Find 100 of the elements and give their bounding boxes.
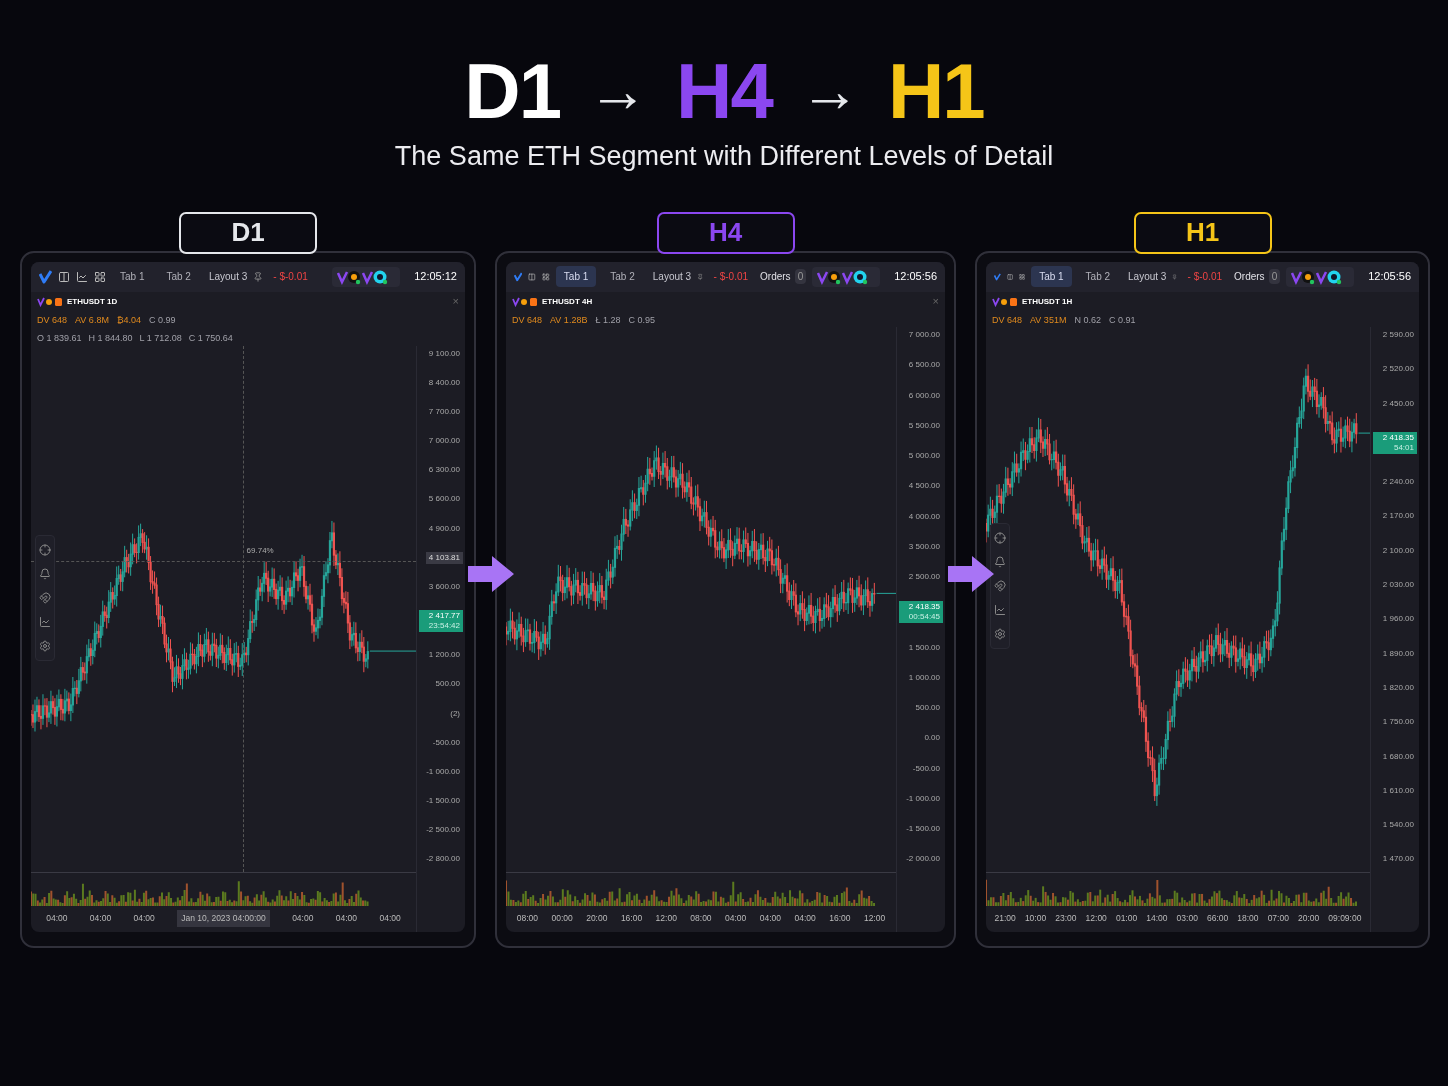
price-axis-label: -2 000.00 <box>906 853 940 866</box>
price-axis-label: -1 000.00 <box>906 792 940 805</box>
price-axis-label: -1 500.00 <box>426 795 460 808</box>
price-axis-label: -1 500.00 <box>906 823 940 835</box>
time-label: 07:00 <box>1267 912 1289 925</box>
time-label: 01:00 <box>1115 912 1138 925</box>
stat-value: AV 351M <box>1030 313 1067 327</box>
tab[interactable]: Tab 2 <box>1077 266 1119 287</box>
time-label: 16:00 <box>829 912 851 925</box>
stat-value: AV 1.28B <box>550 313 588 327</box>
countdown-value: 00:54:45 <box>908 612 940 623</box>
time-label: 16:00 <box>620 912 643 925</box>
time-label: 66:00 <box>1206 912 1229 925</box>
time-label: 04:00 <box>759 912 782 925</box>
accounts-badge[interactable] <box>1286 266 1355 287</box>
accounts-badge[interactable] <box>812 266 881 287</box>
time-label: 18:00 <box>1237 912 1259 925</box>
price-axis-label: 2 170.00 <box>1382 510 1414 523</box>
chart-icon[interactable] <box>39 615 51 628</box>
price-axis-label: 2 500.00 <box>908 571 940 583</box>
layout-name[interactable]: Layout 3 <box>208 269 248 284</box>
price-axis-label: 1 750.00 <box>1382 716 1414 729</box>
accounts-badge[interactable] <box>332 266 401 287</box>
tab[interactable]: Tab 1 <box>112 266 153 287</box>
time-label: 00:00 <box>551 912 573 925</box>
price-axis-label: 500.00 <box>435 678 460 691</box>
time-label: 09:09:00 <box>1328 912 1362 925</box>
magnet-icon[interactable] <box>994 580 1006 592</box>
logo-icon <box>39 269 52 284</box>
price-axis-label: 500.00 <box>915 702 940 714</box>
symbol-name: ETHUSDT 1D <box>67 295 118 308</box>
orders-button[interactable]: Orders 0 <box>1234 269 1281 284</box>
price-axis-label: 6 300.00 <box>428 464 460 477</box>
timeframe-heading: D1 <box>464 52 561 130</box>
magnet-icon[interactable] <box>39 591 51 604</box>
tab[interactable]: Tab 2 <box>158 266 199 287</box>
price-axis-label: 1 610.00 <box>1382 784 1414 797</box>
time-label: 04:00 <box>133 912 155 925</box>
price-axis-label: 7 000.00 <box>908 329 940 341</box>
price-axis-label: -500.00 <box>432 736 460 749</box>
price-axis-label: 7 700.00 <box>428 405 460 418</box>
indicator-icons <box>37 296 63 307</box>
price-axis-label: 3 600.00 <box>428 580 460 593</box>
time-label: 04:00 <box>725 912 747 925</box>
price-axis-label: 2 450.00 <box>1382 397 1414 410</box>
timeframe-heading: H4 <box>676 52 772 130</box>
countdown-value: 54:01 <box>1393 442 1414 453</box>
timeframe-label: H1 <box>1133 211 1272 254</box>
grid-icon[interactable] <box>542 270 550 283</box>
subtitle: The Same ETH Segment with Different Levels of Detail <box>394 140 1054 173</box>
crosshair-percent: 69.74% <box>246 545 274 558</box>
orders-button[interactable]: Orders 0 <box>760 269 807 284</box>
crosshair-icon[interactable] <box>39 543 51 556</box>
symbol-name: ETHUSDT 4H <box>542 295 593 308</box>
price-axis-label: 3 500.00 <box>908 540 940 553</box>
right-arrow-icon <box>466 553 516 594</box>
chart-line-icon[interactable] <box>76 270 88 283</box>
bell-icon[interactable] <box>39 567 51 580</box>
layout-name[interactable]: Layout 3 <box>1128 269 1167 284</box>
tab[interactable]: Tab 1 <box>555 266 597 287</box>
price-axis-label: 7 000.00 <box>428 435 460 447</box>
chart-icon[interactable] <box>994 604 1006 616</box>
indicator-icons <box>512 296 538 307</box>
stat-value: ₿4.04 <box>116 313 142 327</box>
price-value: 2 417.77 <box>428 611 460 622</box>
grid-icon[interactable] <box>94 270 106 283</box>
pin-icon[interactable] <box>697 271 704 282</box>
time-label: 21:00 <box>994 912 1016 925</box>
timeframe-label: H4 <box>656 211 795 254</box>
price-axis-label: 5 500.00 <box>908 419 940 432</box>
ohlc-value: H 1 844.80 <box>88 332 133 345</box>
bell-icon[interactable] <box>994 556 1006 568</box>
settings-icon[interactable] <box>994 628 1006 640</box>
orders-count: 0 <box>794 269 807 284</box>
tab[interactable]: Tab 1 <box>1031 266 1072 287</box>
pnl-value: - $-0.01 <box>273 270 308 284</box>
crosshair-icon[interactable] <box>994 532 1006 544</box>
price-axis-label: 1 200.00 <box>428 649 460 662</box>
pin-icon[interactable] <box>253 271 264 282</box>
price-axis-label: 4 500.00 <box>908 480 940 493</box>
tab[interactable]: Tab 2 <box>602 266 643 287</box>
time-label: 12:00 <box>655 912 677 925</box>
time-label: 04:00 <box>335 912 358 925</box>
symbol-name: ETHUSDT 1H <box>1022 295 1073 308</box>
time-label: 04:00 <box>794 912 816 925</box>
price-axis-label: 5 600.00 <box>428 493 460 506</box>
indicator-icons <box>992 296 1018 307</box>
settings-icon[interactable] <box>39 639 51 652</box>
time-label: 08:00 <box>690 912 712 925</box>
ohlc-value: L 1 712.08 <box>139 332 182 345</box>
clock-time: 12:05:12 <box>414 269 457 285</box>
countdown-value: 23:54:42 <box>428 621 460 632</box>
price-axis-label: 1 820.00 <box>1382 681 1414 694</box>
time-label: 04:00 <box>379 912 401 925</box>
right-arrow-icon <box>946 553 996 594</box>
time-label: 23:00 <box>1055 912 1077 925</box>
layout-name[interactable]: Layout 3 <box>652 269 692 284</box>
crosshair-price-label: 4 103.81 <box>425 551 463 564</box>
price-axis-label: 8 400.00 <box>428 376 460 389</box>
pnl-value: - $-0.01 <box>1187 270 1223 284</box>
